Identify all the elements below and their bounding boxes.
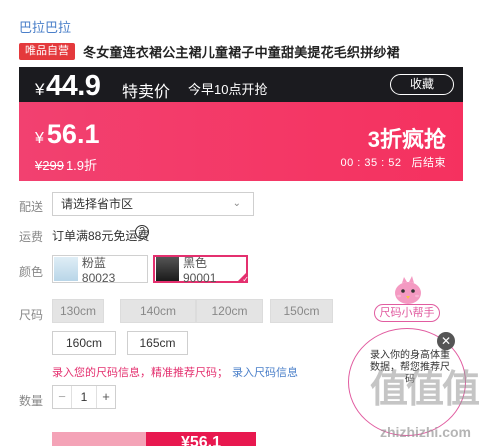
selected-check-icon — [236, 271, 249, 284]
black-dress-thumbnail — [156, 257, 179, 281]
help-icon[interactable]: ? — [135, 225, 149, 239]
size-helper-mascot-icon — [395, 276, 421, 304]
close-icon[interactable]: ✕ — [437, 332, 455, 350]
size-helper-pill[interactable]: 尺码小帮手 — [374, 304, 440, 322]
sale-price-panel: ¥56.1 ¥299 1.9折 3折疯抢 00 : 35 : 52 后结束 — [19, 102, 463, 181]
color-label: 颜色 — [19, 265, 44, 279]
buy-now-button[interactable]: ¥56.1 — [146, 432, 256, 446]
size-option-165[interactable]: 165cm — [127, 331, 188, 355]
size-hint-text: 录入您的尺码信息，精准推荐尺码； — [52, 367, 228, 379]
size-record-link[interactable]: 录入尺码信息 — [232, 367, 298, 379]
discount-note: 1.9折 — [65, 158, 98, 173]
site-watermark: 值值值 — [370, 369, 480, 411]
chevron-down-icon: ⌄ — [232, 198, 241, 209]
freight-label: 运费 — [19, 230, 44, 244]
size-hint: 录入您的尺码信息，精准推荐尺码； 录入尺码信息 — [52, 364, 298, 380]
size-option-160[interactable]: 160cm — [52, 331, 116, 355]
size-option-120[interactable]: 120cm — [196, 299, 263, 323]
color-option-black[interactable]: 黑色90001 — [153, 255, 249, 285]
discount-title: 3折疯抢 — [367, 127, 446, 152]
title-row: 唯品自营 冬女童连衣裙公主裙儿童裙子中童甜美提花毛织拼纱裙 — [19, 42, 400, 61]
secondary-action-button[interactable] — [52, 432, 146, 446]
region-select[interactable]: 请选择省市区 ⌄ — [52, 192, 254, 216]
quantity-stepper: − 1 + — [52, 385, 116, 409]
original-price: ¥299 1.9折 — [35, 155, 97, 174]
original-price-value: ¥299 — [35, 158, 64, 173]
countdown-value: 00 : 35 : 52 — [340, 157, 402, 169]
flash-currency: ¥ — [35, 80, 44, 99]
vip-self-operated-badge: 唯品自营 — [19, 43, 75, 60]
watermark-url: zhizhizhi.com — [380, 424, 471, 440]
quantity-value[interactable]: 1 — [71, 386, 97, 408]
flash-start-time: 今早10点开抢 — [188, 82, 268, 97]
flash-price: ¥44.9 — [35, 70, 101, 103]
brand-link[interactable]: 巴拉巴拉 — [19, 17, 71, 36]
size-option-130[interactable]: 130cm — [52, 299, 104, 323]
product-title: 冬女童连衣裙公主裙儿童裙子中童甜美提花毛织拼纱裙 — [83, 45, 400, 60]
size-option-140[interactable]: 140cm — [120, 299, 196, 323]
shipping-label: 配送 — [19, 200, 44, 214]
color-option-powder-blue[interactable]: 粉蓝80023 — [52, 255, 148, 285]
flash-sale-bar: ¥44.9 特卖价 今早10点开抢 收藏 — [19, 67, 463, 102]
quantity-increment-button[interactable]: + — [97, 386, 115, 408]
sale-price: ¥56.1 — [35, 119, 99, 150]
collect-button[interactable]: 收藏 — [390, 74, 454, 95]
size-option-150[interactable]: 150cm — [270, 299, 333, 323]
flash-price-label: 特卖价 — [122, 84, 171, 101]
sale-price-value: 56.1 — [46, 119, 100, 149]
flash-price-value: 44.9 — [45, 70, 101, 102]
size-label: 尺码 — [19, 308, 44, 322]
color-option-label: 粉蓝80023 — [81, 255, 116, 285]
quantity-label: 数量 — [19, 394, 44, 408]
powder-blue-dress-thumbnail — [54, 257, 78, 281]
sale-currency: ¥ — [35, 130, 44, 147]
countdown-suffix: 后结束 — [411, 157, 446, 169]
countdown-timer: 00 : 35 : 52 后结束 — [340, 154, 446, 170]
quantity-decrement-button[interactable]: − — [53, 386, 71, 408]
region-select-value: 请选择省市区 — [61, 197, 134, 211]
original-price-number: 299 — [42, 158, 64, 173]
